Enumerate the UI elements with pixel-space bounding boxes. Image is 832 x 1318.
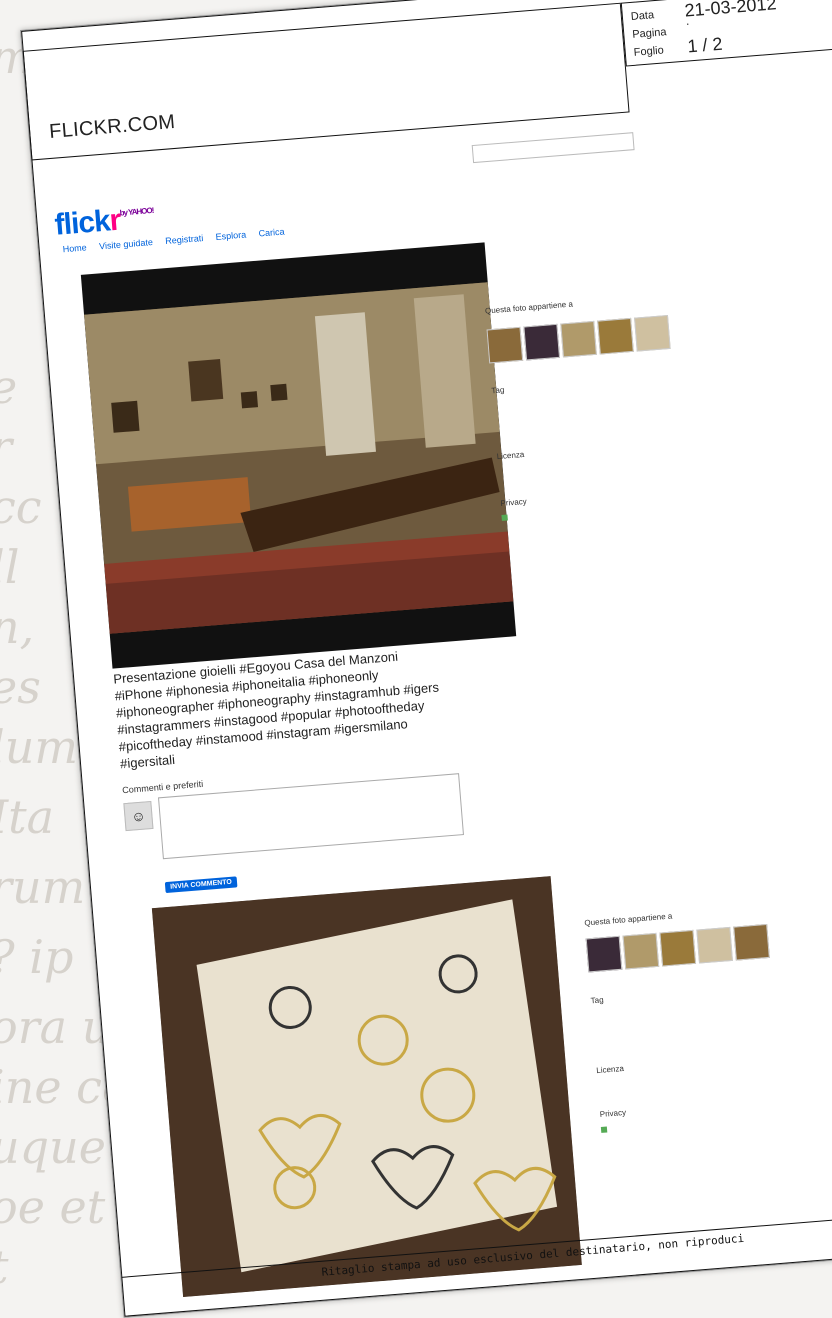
nav-upload[interactable]: Carica (258, 226, 285, 238)
thumbnail[interactable] (486, 326, 524, 364)
thumbnail[interactable] (622, 932, 660, 970)
thumbnail[interactable] (585, 935, 623, 973)
license-label-2: Licenza (595, 1063, 625, 1076)
sidebar-1: Questa foto appartiene a Tag Licenza Pri… (466, 178, 713, 535)
sidebar-2: Questa foto appartiene a Tag Licenza Pri… (569, 832, 816, 1189)
photo-jewelry (151, 876, 582, 1297)
thumbnail[interactable] (659, 929, 697, 967)
sheet-label: Foglio (633, 44, 665, 59)
thumbnail[interactable] (560, 320, 597, 358)
avatar: ☺ (123, 800, 154, 832)
sheet-value: 1 / 2 (686, 33, 724, 57)
thumbnail[interactable] (634, 314, 671, 352)
thumbnail[interactable] (523, 323, 561, 361)
page-label: Pagina (631, 26, 668, 41)
thumbnail[interactable] (733, 923, 770, 961)
thumbnail[interactable] (597, 317, 634, 355)
belongs-to-label-2: Questa foto appartiene a (584, 911, 673, 928)
thumbnail-strip (486, 314, 671, 364)
date-label: Data (630, 9, 655, 23)
photo-room (80, 242, 517, 669)
tag-label-2: Tag (590, 995, 604, 1006)
press-clipping-sheet: FLICKR.COM Data 21-03-2012 Pagina · Fogl… (20, 0, 832, 1318)
privacy-indicator (501, 513, 512, 523)
belongs-to-label: Questa foto appartiene a (484, 299, 574, 316)
thumbnail-strip-2 (585, 923, 770, 973)
license-label: Licenza (496, 449, 525, 462)
tag-label: Tag (491, 385, 505, 396)
privacy-indicator-2 (600, 1125, 612, 1135)
privacy-label-2: Privacy (599, 1107, 627, 1119)
privacy-label: Privacy (500, 496, 528, 508)
nav-home[interactable]: Home (62, 242, 87, 254)
date-value: 21-03-2012 (683, 0, 778, 21)
thumbnail[interactable] (696, 926, 733, 964)
